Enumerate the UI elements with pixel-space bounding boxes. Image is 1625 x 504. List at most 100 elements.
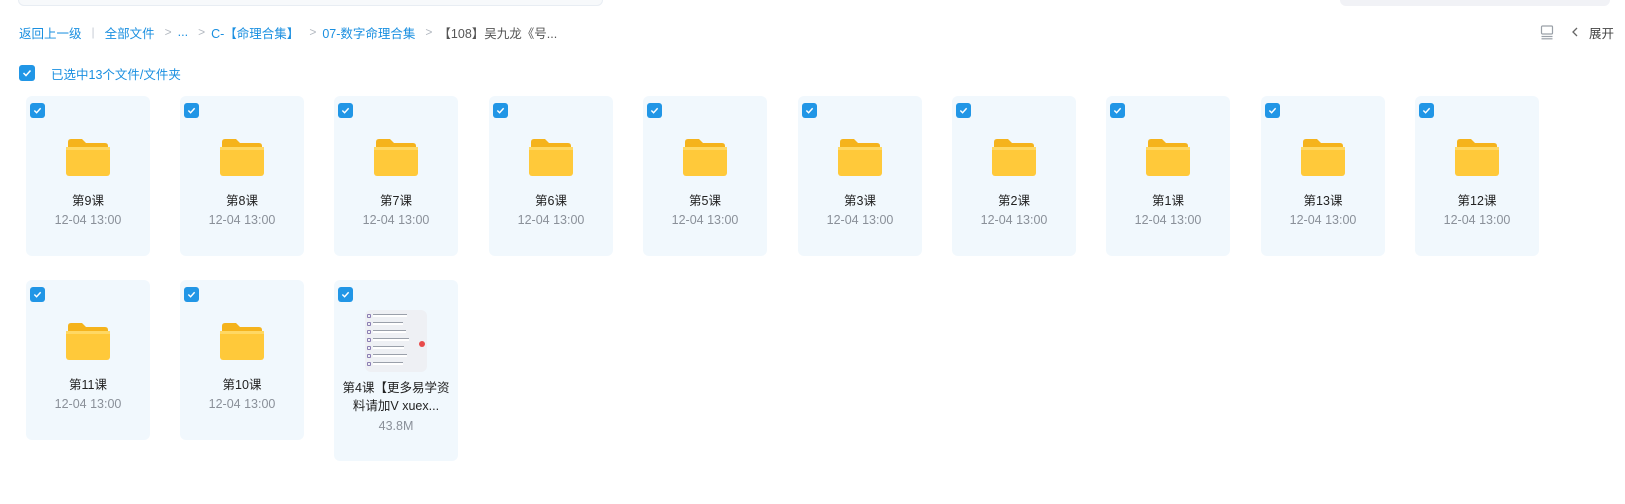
expand-button[interactable]: 展开 bbox=[1589, 23, 1614, 42]
item-date: 12-04 13:00 bbox=[54, 213, 122, 227]
check-icon bbox=[22, 69, 32, 77]
breadcrumb-item-c-collection[interactable]: C-【命理合集】 bbox=[211, 23, 299, 42]
item-checkbox[interactable] bbox=[802, 103, 817, 118]
item-name: 第13课 bbox=[1303, 194, 1343, 208]
file-name-line: 第4课【更多易学资 bbox=[342, 381, 450, 395]
item-name: 第5课 bbox=[689, 194, 721, 208]
folder-card[interactable]: 第7课 12-04 13:00 bbox=[334, 96, 458, 256]
folder-icon bbox=[66, 139, 110, 176]
folder-card[interactable]: 第10课 12-04 13:00 bbox=[180, 280, 304, 440]
item-date: 12-04 13:00 bbox=[54, 397, 122, 411]
item-date: 12-04 13:00 bbox=[1289, 213, 1357, 227]
check-icon bbox=[650, 107, 659, 114]
item-name: 第4课【更多易学资 料请加V xuex... bbox=[340, 379, 452, 415]
check-icon bbox=[341, 107, 350, 114]
folder-icon bbox=[838, 139, 882, 176]
folder-icon bbox=[66, 323, 110, 360]
file-name-line: 料请加V xuex... bbox=[352, 399, 440, 413]
item-name: 第6课 bbox=[535, 194, 567, 208]
back-link[interactable]: 返回上一级 bbox=[19, 23, 82, 42]
item-name: 第3课 bbox=[844, 194, 876, 208]
item-date: 12-04 13:00 bbox=[1443, 213, 1511, 227]
item-name: 第10课 bbox=[222, 378, 262, 392]
item-checkbox[interactable] bbox=[647, 103, 662, 118]
folder-card[interactable]: 第11课 12-04 13:00 bbox=[26, 280, 150, 440]
search-box-edge[interactable] bbox=[18, 0, 603, 6]
list-view-icon[interactable] bbox=[1539, 24, 1555, 40]
item-checkbox[interactable] bbox=[956, 103, 971, 118]
selection-count: 已选中13个文件/文件夹 bbox=[51, 67, 181, 82]
folder-card[interactable]: 第12课 12-04 13:00 bbox=[1415, 96, 1539, 256]
item-checkbox[interactable] bbox=[184, 103, 199, 118]
breadcrumb-item-ellipsis[interactable]: ... bbox=[178, 25, 188, 39]
folder-card[interactable]: 第5课 12-04 13:00 bbox=[643, 96, 767, 256]
select-all-checkbox[interactable] bbox=[19, 65, 35, 81]
item-date: 12-04 13:00 bbox=[826, 213, 894, 227]
item-name: 第8课 bbox=[226, 194, 258, 208]
breadcrumb-current: 【108】吴九龙《号... bbox=[438, 26, 558, 41]
folder-card[interactable]: 第8课 12-04 13:00 bbox=[180, 96, 304, 256]
item-checkbox[interactable] bbox=[338, 103, 353, 118]
folder-icon bbox=[529, 139, 573, 176]
breadcrumb-item-07-collection[interactable]: 07-数字命理合集 bbox=[322, 23, 415, 42]
item-date: 12-04 13:00 bbox=[671, 213, 739, 227]
check-icon bbox=[187, 107, 196, 114]
folder-icon bbox=[1301, 139, 1345, 176]
check-icon bbox=[1113, 107, 1122, 114]
item-date: 12-04 13:00 bbox=[362, 213, 430, 227]
file-card[interactable]: 第4课【更多易学资 料请加V xuex... 43.8M bbox=[334, 280, 458, 461]
item-date: 12-04 13:00 bbox=[208, 213, 276, 227]
folder-card[interactable]: 第3课 12-04 13:00 bbox=[798, 96, 922, 256]
folder-card[interactable]: 第9课 12-04 13:00 bbox=[26, 96, 150, 256]
item-date: 12-04 13:00 bbox=[1134, 213, 1202, 227]
breadcrumb-item-all-files[interactable]: 全部文件 bbox=[105, 23, 155, 42]
view-controls: 展开 bbox=[1539, 22, 1625, 42]
item-date: 12-04 13:00 bbox=[208, 397, 276, 411]
check-icon bbox=[187, 291, 196, 298]
item-checkbox[interactable] bbox=[1419, 103, 1434, 118]
file-thumbnail bbox=[365, 310, 427, 372]
folder-icon bbox=[992, 139, 1036, 176]
chevron-left-icon[interactable] bbox=[1569, 26, 1581, 38]
item-checkbox[interactable] bbox=[184, 287, 199, 302]
item-date: 12-04 13:00 bbox=[517, 213, 585, 227]
item-checkbox[interactable] bbox=[1265, 103, 1280, 118]
check-icon bbox=[1422, 107, 1431, 114]
item-name: 第11课 bbox=[69, 378, 107, 392]
item-checkbox[interactable] bbox=[30, 103, 45, 118]
top-right-control-edge[interactable] bbox=[1340, 0, 1610, 6]
breadcrumb-divider: | bbox=[91, 25, 95, 39]
folder-card[interactable]: 第6课 12-04 13:00 bbox=[489, 96, 613, 256]
check-icon bbox=[33, 107, 42, 114]
folder-card[interactable]: 第2课 12-04 13:00 bbox=[952, 96, 1076, 256]
item-name: 第12课 bbox=[1457, 194, 1497, 208]
item-checkbox[interactable] bbox=[30, 287, 45, 302]
check-icon bbox=[959, 107, 968, 114]
item-checkbox[interactable] bbox=[338, 287, 353, 302]
item-name: 第1课 bbox=[1152, 194, 1184, 208]
breadcrumb-separator: > bbox=[425, 25, 433, 39]
folder-icon bbox=[220, 139, 264, 176]
selection-bar: 已选中13个文件/文件夹 bbox=[19, 64, 181, 82]
folder-card[interactable]: 第13课 12-04 13:00 bbox=[1261, 96, 1385, 256]
check-icon bbox=[496, 107, 505, 114]
check-icon bbox=[341, 291, 350, 298]
item-checkbox[interactable] bbox=[493, 103, 508, 118]
item-name: 第9课 bbox=[72, 194, 104, 208]
item-checkbox[interactable] bbox=[1110, 103, 1125, 118]
check-icon bbox=[805, 107, 814, 114]
breadcrumb: 返回上一级 | 全部文件 > ... > C-【命理合集】 > 07-数字命理合… bbox=[19, 22, 557, 42]
folder-icon bbox=[683, 139, 727, 176]
check-icon bbox=[1268, 107, 1277, 114]
breadcrumb-separator: > bbox=[164, 25, 172, 39]
breadcrumb-separator: > bbox=[309, 25, 317, 39]
breadcrumb-separator: > bbox=[198, 25, 206, 39]
folder-card[interactable]: 第1课 12-04 13:00 bbox=[1106, 96, 1230, 256]
record-dot-icon bbox=[419, 341, 425, 347]
check-icon bbox=[33, 291, 42, 298]
item-name: 第2课 bbox=[998, 194, 1030, 208]
item-name: 第7课 bbox=[380, 194, 412, 208]
folder-icon bbox=[374, 139, 418, 176]
item-date: 12-04 13:00 bbox=[980, 213, 1048, 227]
folder-icon bbox=[1146, 139, 1190, 176]
